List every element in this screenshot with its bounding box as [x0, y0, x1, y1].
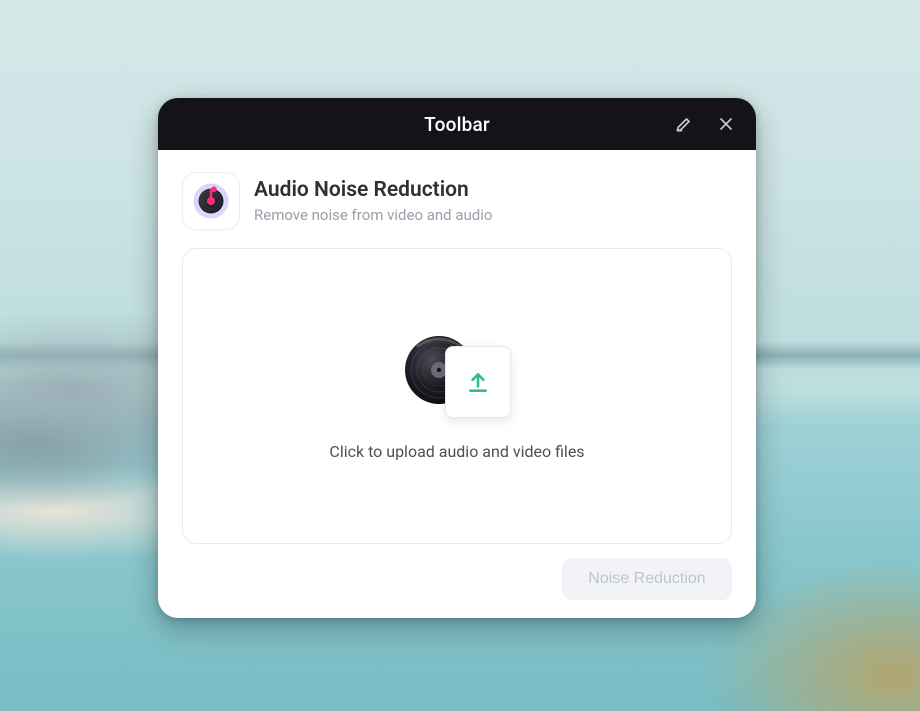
titlebar: Toolbar [158, 98, 756, 150]
feature-title: Audio Noise Reduction [254, 178, 492, 203]
feature-header: Audio Noise Reduction Remove noise from … [182, 172, 732, 230]
titlebar-actions [664, 98, 746, 150]
feature-icon-tile [182, 172, 240, 230]
close-button[interactable] [706, 104, 746, 144]
desktop-wallpaper: Toolbar [0, 0, 920, 711]
feature-subtitle: Remove noise from video and audio [254, 206, 492, 224]
upload-prompt: Click to upload audio and video files [329, 442, 584, 461]
upload-illustration [397, 332, 517, 418]
window-content: Audio Noise Reduction Remove noise from … [158, 150, 756, 618]
close-icon [716, 114, 736, 134]
edit-button[interactable] [664, 104, 704, 144]
toolbar-window: Toolbar [158, 98, 756, 618]
edit-icon [674, 114, 694, 134]
footer-actions: Noise Reduction [182, 544, 732, 600]
noise-reduction-button-label: Noise Reduction [588, 570, 705, 588]
upload-icon [465, 369, 491, 395]
noise-reduction-button[interactable]: Noise Reduction [562, 558, 732, 600]
upload-dropzone[interactable]: Click to upload audio and video files [182, 248, 732, 544]
vinyl-music-icon [191, 181, 231, 221]
window-title: Toolbar [424, 113, 490, 136]
upload-badge [445, 346, 511, 418]
feature-header-text: Audio Noise Reduction Remove noise from … [254, 178, 492, 223]
